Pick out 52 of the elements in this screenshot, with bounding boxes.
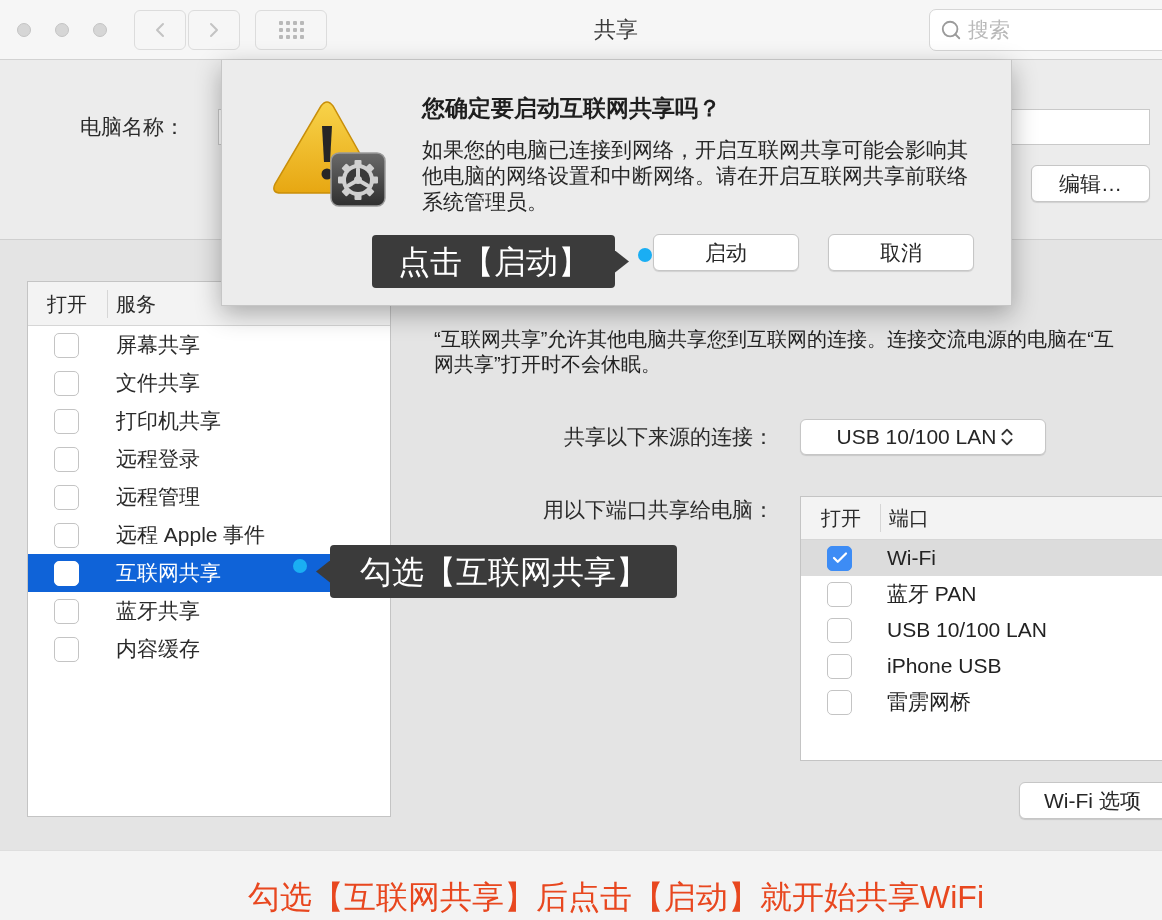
description-text: “互联网共享”允许其他电脑共享您到互联网的连接。连接交流电源的电脑在“互 网共享”打开时不会休眠。	[434, 327, 1115, 377]
service-item[interactable]: 文件共享	[28, 364, 390, 402]
column-header: 端口	[888, 506, 929, 531]
grid-icon	[278, 20, 304, 39]
callout-tooltip: 点击【启动】	[372, 235, 629, 288]
callout-tooltip: 勾选【互联网共享】	[316, 545, 677, 598]
checkbox[interactable]	[827, 653, 852, 679]
field-label: 电脑名称：	[80, 114, 186, 141]
show-all-button[interactable]	[255, 9, 327, 50]
window-title: 共享	[594, 16, 638, 44]
service-item[interactable]: 远程登录	[28, 440, 390, 478]
checkbox[interactable]	[54, 522, 79, 548]
checkbox[interactable]	[54, 446, 79, 472]
checkbox[interactable]	[54, 408, 79, 434]
zoom-button[interactable]	[93, 22, 107, 37]
column-header: 服务	[115, 291, 156, 317]
checkbox[interactable]	[827, 617, 852, 643]
source-popup-button[interactable]: USB 10/100 LAN	[800, 419, 1046, 455]
field-label: 共享以下来源的连接：	[563, 424, 774, 451]
column-header: 打开	[820, 506, 862, 531]
wifi-options-button[interactable]: Wi-Fi 选项	[1019, 782, 1162, 819]
search-icon	[940, 18, 962, 41]
dialog-button[interactable]: 取消	[828, 234, 974, 271]
service-item[interactable]: 屏幕共享	[28, 326, 390, 364]
minimize-button[interactable]	[55, 22, 69, 37]
checkbox[interactable]	[827, 545, 852, 571]
port-item[interactable]: USB 10/100 LAN	[801, 612, 1162, 648]
gear-icon	[330, 152, 386, 207]
back-button[interactable]	[134, 9, 186, 50]
service-item[interactable]: 远程管理	[28, 478, 390, 516]
checkbox[interactable]	[54, 636, 79, 662]
field-label: 用以下端口共享给电脑：	[542, 497, 774, 523]
port-item[interactable]: 蓝牙 PAN	[801, 576, 1162, 612]
checkbox[interactable]	[54, 370, 79, 396]
forward-button[interactable]	[188, 9, 240, 50]
column-header: 打开	[46, 291, 88, 317]
dialog-title: 您确定要启动互联网共享吗？	[422, 94, 722, 123]
checkbox[interactable]	[54, 332, 79, 358]
checkbox[interactable]	[54, 598, 79, 624]
edit-button[interactable]: 编辑…	[1031, 165, 1150, 202]
caption-text: 勾选【互联网共享】后点击【启动】就开始共享WiFi	[247, 878, 985, 916]
dialog-button[interactable]: 启动	[653, 234, 799, 271]
checkbox[interactable]	[54, 484, 79, 510]
port-item[interactable]: Wi-Fi	[801, 540, 1162, 576]
service-item[interactable]: 内容缓存	[28, 630, 390, 668]
checkbox[interactable]	[827, 581, 852, 607]
checkbox[interactable]	[827, 689, 852, 715]
port-item[interactable]: 雷雳网桥	[801, 684, 1162, 720]
service-item[interactable]: 打印机共享	[28, 402, 390, 440]
dialog-message: 如果您的电脑已连接到网络，开启互联网共享可能会影响其 他电脑的网络设置和中断网络。请在开启互联网共享前联络 系统管理员。	[422, 137, 969, 215]
port-item[interactable]: iPhone USB	[801, 648, 1162, 684]
close-button[interactable]	[17, 22, 31, 37]
